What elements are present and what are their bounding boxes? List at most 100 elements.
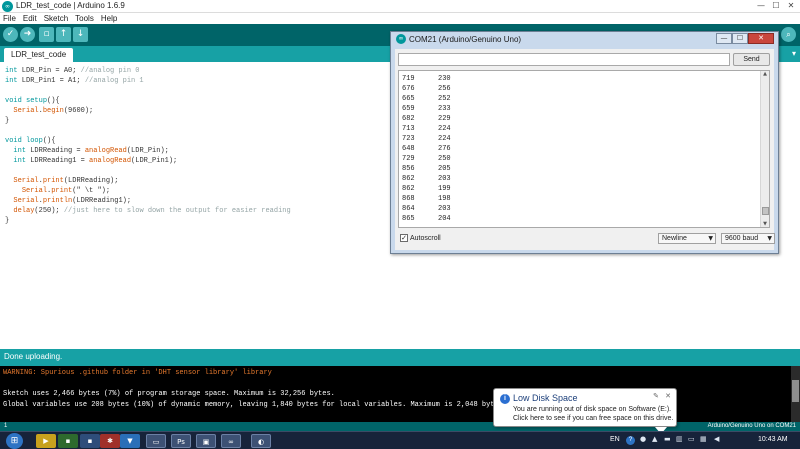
status-text: Done uploading. xyxy=(4,352,63,361)
menu-item-sketch[interactable]: Sketch xyxy=(44,13,68,24)
reading-a1: 205 xyxy=(438,165,451,173)
clock[interactable]: 10:43 AM xyxy=(758,436,788,443)
scroll-up-icon[interactable]: ▲ xyxy=(761,71,769,77)
maximize-icon[interactable]: ☐ xyxy=(769,0,783,11)
close-icon[interactable]: ✕ xyxy=(665,392,671,400)
serial-output-scrollbar[interactable]: ▲ ▼ xyxy=(760,71,769,227)
app-icon[interactable]: ▪ xyxy=(58,434,78,448)
reading-a1: 199 xyxy=(438,185,451,193)
code-line: void setup(){ xyxy=(5,96,291,106)
code-text[interactable]: int LDR_Pin = A0; //analog pin 0 int LDR_… xyxy=(5,66,291,226)
line-ending-value: Newline xyxy=(662,235,687,242)
line-number: 1 xyxy=(4,423,8,429)
minimize-icon[interactable]: — xyxy=(716,33,732,44)
menu-item-edit[interactable]: Edit xyxy=(23,13,37,24)
serial-output[interactable]: ▲ ▼ 719 230 676 256 665 252 659 233 682 229 713 224… xyxy=(398,70,770,228)
app-icon[interactable]: ▪ xyxy=(80,434,100,448)
minimize-icon[interactable]: — xyxy=(754,0,768,11)
monitor-icon[interactable]: ▭ xyxy=(688,435,695,443)
reading-a1: 198 xyxy=(438,195,451,203)
menu-bar: File Edit Sketch Tools Help xyxy=(0,13,800,24)
language-indicator[interactable]: EN xyxy=(610,436,620,443)
reading-a1: 229 xyxy=(438,115,451,123)
code-token: LDRReading = xyxy=(26,147,85,155)
ide-footer: 1 Arduino/Genuino Uno on COM21 xyxy=(0,422,800,431)
code-line: Serial.println(LDRReading1); xyxy=(5,196,291,206)
taskbar: ⊞ ▶ ▪ ▪ ✱ ▼ ▭ Ps ▣ ∞ ◐ EN ? ● ▲ ▬ ▥ ▭ ▦ … xyxy=(0,431,800,449)
app-icon[interactable]: ● xyxy=(640,435,646,443)
close-icon[interactable]: ✕ xyxy=(784,0,798,11)
reading-a1: 252 xyxy=(438,95,451,103)
explorer-icon[interactable]: ▭ xyxy=(146,434,166,448)
app-icon[interactable]: ✱ xyxy=(100,434,120,448)
code-token: (LDRReading1); xyxy=(72,197,132,205)
window-controls: — ☐ ✕ xyxy=(754,0,798,11)
chevron-up-icon[interactable]: ▲ xyxy=(652,435,657,443)
tab-menu-icon[interactable]: ▾ xyxy=(792,49,796,58)
code-token: (" \t "); xyxy=(72,187,111,195)
volume-icon[interactable]: ◀ xyxy=(714,435,719,443)
status-bar: Done uploading. xyxy=(0,349,800,366)
console-scrollbar[interactable] xyxy=(791,366,800,422)
network-icon[interactable]: ▥ xyxy=(676,435,683,443)
arduino-icon[interactable]: ∞ xyxy=(221,434,241,448)
drive-icon[interactable]: ▬ xyxy=(664,435,671,443)
code-token: void xyxy=(5,137,22,145)
line-ending-select[interactable]: Newline ▼ xyxy=(658,233,716,244)
settings-icon[interactable]: ✎ xyxy=(653,392,659,400)
code-line: Serial.begin(9600); xyxy=(5,106,291,116)
notification-line-2: Click here to see if you can free space … xyxy=(513,415,674,422)
code-line: } xyxy=(5,116,291,126)
autoscroll-label: Autoscroll xyxy=(410,234,441,242)
media-player-icon[interactable]: ▶ xyxy=(36,434,56,448)
serial-monitor-icon[interactable]: ⌕ xyxy=(781,27,796,42)
start-button[interactable]: ⊞ xyxy=(6,433,23,449)
reading-a0: 862 xyxy=(402,185,415,193)
app-icon[interactable]: ◐ xyxy=(251,434,271,448)
reading-a1: 224 xyxy=(438,135,451,143)
code-token: analogRead xyxy=(89,157,132,165)
autoscroll-control[interactable]: ✓ Autoscroll xyxy=(400,234,441,242)
reading-a0: 864 xyxy=(402,205,415,213)
window-title: LDR_test_code | Arduino 1.6.9 xyxy=(16,1,125,10)
new-file-icon[interactable]: ▫ xyxy=(39,27,54,42)
app-icon[interactable]: ▣ xyxy=(196,434,216,448)
reading-a1: 224 xyxy=(438,125,451,133)
console-line: Sketch uses 2,466 bytes (7%) of program … xyxy=(3,390,335,398)
menu-item-file[interactable]: File xyxy=(3,13,16,24)
serial-send-input[interactable] xyxy=(398,53,730,66)
scroll-thumb[interactable] xyxy=(762,207,769,215)
reading-a0: 665 xyxy=(402,95,415,103)
reading-a1: 203 xyxy=(438,175,451,183)
menu-item-help[interactable]: Help xyxy=(101,13,117,24)
reading-a1: 233 xyxy=(438,105,451,113)
code-token: //just here to slow down the output for … xyxy=(63,207,291,215)
serial-monitor-body: Send ▲ ▼ 719 230 676 256 665 252 659 233 682 229 7… xyxy=(395,49,775,250)
reading-a0: 719 xyxy=(402,75,415,83)
maximize-icon[interactable]: ☐ xyxy=(732,33,748,44)
menu-item-tools[interactable]: Tools xyxy=(75,13,94,24)
reading-a1: 204 xyxy=(438,215,451,223)
low-disk-space-notification[interactable]: i Low Disk Space You are running out of … xyxy=(493,388,677,427)
reading-a0: 862 xyxy=(402,175,415,183)
close-icon[interactable]: ✕ xyxy=(748,33,774,44)
code-token: LDR_Pin = A0; xyxy=(17,67,81,75)
photoshop-icon[interactable]: Ps xyxy=(171,434,191,448)
reading-a0: 729 xyxy=(402,155,415,163)
app-icon[interactable]: ▼ xyxy=(120,434,140,448)
reading-a1: 256 xyxy=(438,85,451,93)
tab-ldr-test-code[interactable]: LDR_test_code xyxy=(4,48,74,62)
code-token: //analog pin 1 xyxy=(84,77,144,85)
network-icon[interactable]: ▦ xyxy=(700,435,707,443)
baud-rate-select[interactable]: 9600 baud ▼ xyxy=(721,233,775,244)
console-line: Global variables use 208 bytes (10%) of … xyxy=(3,401,508,409)
console-scroll-thumb[interactable] xyxy=(792,380,799,402)
open-file-icon[interactable]: ↑ xyxy=(56,27,71,42)
help-icon[interactable]: ? xyxy=(626,436,635,445)
upload-icon[interactable]: ➜ xyxy=(20,27,35,42)
verify-icon[interactable]: ✓ xyxy=(3,27,18,42)
scroll-down-icon[interactable]: ▼ xyxy=(761,221,769,227)
save-file-icon[interactable]: ↓ xyxy=(73,27,88,42)
send-button[interactable]: Send xyxy=(733,53,770,66)
autoscroll-checkbox[interactable]: ✓ xyxy=(400,234,408,242)
